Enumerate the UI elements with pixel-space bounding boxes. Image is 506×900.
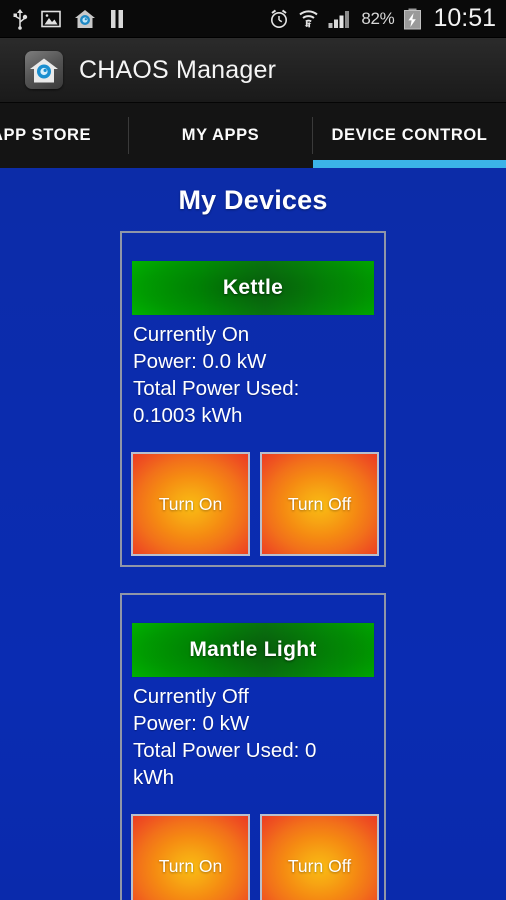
turn-off-button[interactable]: Turn Off (260, 814, 379, 900)
status-bar-clock: 10:51 (433, 4, 496, 32)
active-tab-indicator (313, 160, 506, 168)
battery-charging-icon (404, 8, 422, 29)
chaos-home-logo-icon[interactable] (25, 51, 63, 89)
turn-off-label: Turn Off (287, 855, 352, 876)
turn-off-label: Turn Off (287, 493, 352, 514)
alarm-icon (271, 9, 288, 28)
tab-app-store[interactable]: APP STORE (0, 103, 128, 168)
turn-off-button[interactable]: Turn Off (260, 452, 379, 556)
my-devices-heading: My Devices (178, 185, 328, 215)
device-card: Mantle Light Currently Off Power: 0 kW T… (120, 593, 386, 900)
pause-icon (111, 9, 123, 28)
device-action-buttons: Turn On Turn Off (131, 814, 379, 900)
turn-on-button[interactable]: Turn On (131, 452, 250, 556)
turn-on-label: Turn On (158, 855, 223, 876)
device-total-power-label: Total Power Used: 0 (133, 739, 317, 762)
device-status-block: Currently On Power: 0.0 kW Total Power U… (133, 321, 381, 429)
tab-bar: APP STORE MY APPS DEVICE CONTROL (0, 103, 506, 168)
status-bar-right-icons: 82% 10:51 (269, 6, 496, 31)
tab-app-store-label: APP STORE (0, 126, 92, 144)
battery-percent-label: 82% (361, 9, 395, 28)
chaos-app-icon (75, 9, 95, 28)
app-title-bar: CHAOS Manager (0, 38, 506, 103)
device-name-button[interactable]: Mantle Light (131, 622, 375, 678)
turn-on-label: Turn On (158, 493, 223, 514)
tab-my-apps-label: MY APPS (181, 126, 260, 144)
device-power-label: Power: 0 kW (133, 712, 250, 735)
device-name-label: Kettle (222, 276, 284, 299)
device-total-power-value: kWh (133, 766, 174, 789)
device-power-label: Power: 0.0 kW (133, 350, 267, 373)
device-state-label: Currently Off (133, 685, 249, 708)
device-card: Kettle Currently On Power: 0.0 kW Total … (120, 231, 386, 567)
usb-icon (13, 8, 28, 30)
device-state-label: Currently On (133, 323, 250, 346)
device-total-power-value: 0.1003 kWh (133, 404, 243, 427)
page-title: CHAOS Manager (79, 55, 277, 84)
device-control-panel: My Devices Kettle Currently On Power: 0.… (0, 168, 506, 900)
signal-icon (328, 10, 350, 28)
tab-my-apps[interactable]: MY APPS (129, 103, 312, 168)
device-status-block: Currently Off Power: 0 kW Total Power Us… (133, 683, 381, 791)
tab-device-control[interactable]: DEVICE CONTROL (313, 103, 506, 168)
device-total-power-label: Total Power Used: (133, 377, 300, 400)
image-icon (41, 10, 61, 27)
turn-on-button[interactable]: Turn On (131, 814, 250, 900)
tab-device-control-label: DEVICE CONTROL (331, 126, 488, 144)
device-name-button[interactable]: Kettle (131, 260, 375, 316)
device-action-buttons: Turn On Turn Off (131, 452, 379, 556)
android-status-bar: 82% 10:51 (0, 0, 506, 38)
status-bar-left-icons (12, 8, 125, 30)
device-screen: 82% 10:51 CHAOS Manager APP STORE MY APP… (0, 0, 506, 900)
wifi-icon (299, 10, 318, 28)
device-name-label: Mantle Light (189, 638, 317, 661)
